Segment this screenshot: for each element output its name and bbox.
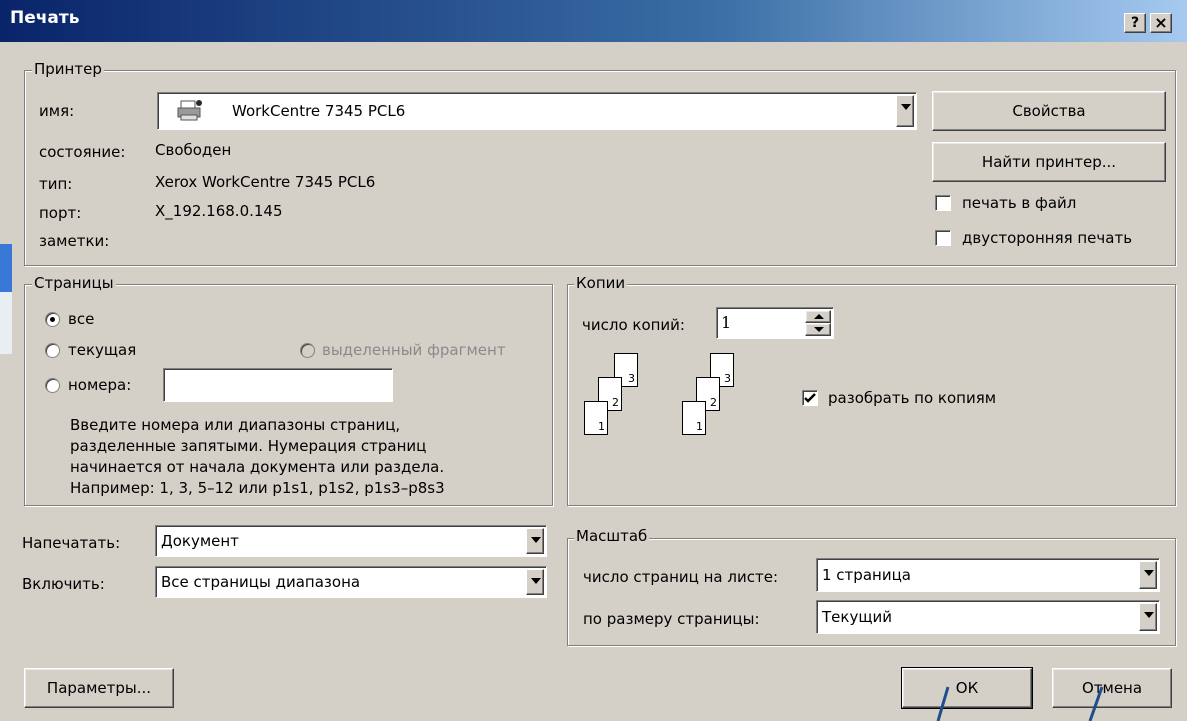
chevron-down-icon xyxy=(814,327,824,332)
chevron-up-icon xyxy=(814,314,824,319)
type-label: тип: xyxy=(39,175,73,193)
pages-hint-line: начинается от начала документа или разде… xyxy=(70,458,445,476)
zoom-legend: Масштаб xyxy=(574,527,650,545)
title-bar[interactable]: Печать ? × xyxy=(0,0,1187,42)
help-button[interactable]: ? xyxy=(1124,13,1146,33)
options-button[interactable]: Параметры... xyxy=(24,668,174,708)
copies-count-value: 1 xyxy=(721,313,732,332)
copies-count-stepper[interactable]: 1 xyxy=(716,307,834,339)
pages-hint-line: Например: 1, 3, 5–12 или p1s1, p1s2, p1s… xyxy=(70,479,445,497)
printer-icon xyxy=(177,100,202,121)
notes-label: заметки: xyxy=(39,232,110,250)
print-to-file-checkbox[interactable] xyxy=(935,195,951,211)
radio-current[interactable] xyxy=(45,343,60,358)
status-label: состояние: xyxy=(39,143,126,161)
include-label: Включить: xyxy=(22,575,105,593)
checkmark-icon xyxy=(804,393,816,403)
pages-per-sheet-value: 1 страница xyxy=(822,566,911,584)
scale-label: по размеру страницы: xyxy=(583,610,760,628)
chevron-down-icon[interactable] xyxy=(896,95,914,127)
pages-hint: Введите номера или диапазоны страниц, ра… xyxy=(70,415,445,499)
stepper-down-button[interactable] xyxy=(805,323,831,336)
copies-legend: Копии xyxy=(574,274,628,292)
printer-name-select[interactable]: WorkCentre 7345 PCL6 xyxy=(157,92,917,130)
radio-selection-label: выделенный фрагмент xyxy=(322,341,506,359)
close-button[interactable]: × xyxy=(1150,13,1172,33)
find-printer-button[interactable]: Найти принтер... xyxy=(932,142,1166,182)
radio-current-label[interactable]: текущая xyxy=(68,341,136,359)
pages-per-sheet-select[interactable]: 1 страница xyxy=(816,558,1160,592)
port-label: порт: xyxy=(39,204,82,222)
printer-legend: Принтер xyxy=(32,60,104,78)
print-what-select[interactable]: Документ xyxy=(155,525,547,557)
window-title: Печать xyxy=(10,8,80,28)
properties-button[interactable]: Свойства xyxy=(932,91,1166,131)
chevron-down-icon[interactable] xyxy=(526,569,544,595)
radio-selection xyxy=(300,343,315,358)
chevron-down-icon[interactable] xyxy=(526,528,544,554)
radio-numbers[interactable] xyxy=(45,378,60,393)
chevron-down-icon[interactable] xyxy=(1139,603,1157,631)
radio-all-label[interactable]: все xyxy=(68,310,94,328)
stepper-up-button[interactable] xyxy=(805,310,831,323)
scale-value: Текущий xyxy=(822,608,892,626)
pages-legend: Страницы xyxy=(32,274,116,292)
pointer-arrows xyxy=(936,686,1104,721)
collate-checkbox[interactable] xyxy=(802,390,818,406)
copies-count-label: число копий: xyxy=(582,316,685,334)
desktop-window-fragment xyxy=(0,244,12,292)
printer-name-label: имя: xyxy=(39,102,75,120)
scale-select[interactable]: Текущий xyxy=(816,600,1160,634)
sheet-icon: 1 xyxy=(584,401,608,435)
radio-all[interactable] xyxy=(45,312,60,327)
pages-hint-line: разделенные запятыми. Нумерация страниц xyxy=(70,437,427,455)
include-select[interactable]: Все страницы диапазона xyxy=(155,566,547,598)
pages-hint-line: Введите номера или диапазоны страниц, xyxy=(70,416,401,434)
printer-name-value: WorkCentre 7345 PCL6 xyxy=(232,102,406,120)
print-what-label: Напечатать: xyxy=(22,534,121,552)
duplex-checkbox[interactable] xyxy=(935,230,951,246)
pages-per-sheet-label: число страниц на листе: xyxy=(583,568,778,586)
collate-illustration: 3 2 1 3 2 1 xyxy=(580,350,770,450)
status-value: Свободен xyxy=(155,141,232,159)
collate-label[interactable]: разобрать по копиям xyxy=(828,389,996,407)
print-to-file-label[interactable]: печать в файл xyxy=(962,194,1076,212)
include-value: Все страницы диапазона xyxy=(161,573,361,591)
duplex-label[interactable]: двусторонняя печать xyxy=(962,229,1132,247)
port-value: X_192.168.0.145 xyxy=(155,202,283,220)
chevron-down-icon[interactable] xyxy=(1139,561,1157,589)
print-what-value: Документ xyxy=(161,532,239,550)
radio-numbers-label[interactable]: номера: xyxy=(68,376,131,394)
sheet-icon: 1 xyxy=(682,401,706,435)
type-value: Xerox WorkCentre 7345 PCL6 xyxy=(155,173,376,191)
page-numbers-input[interactable] xyxy=(163,368,393,402)
